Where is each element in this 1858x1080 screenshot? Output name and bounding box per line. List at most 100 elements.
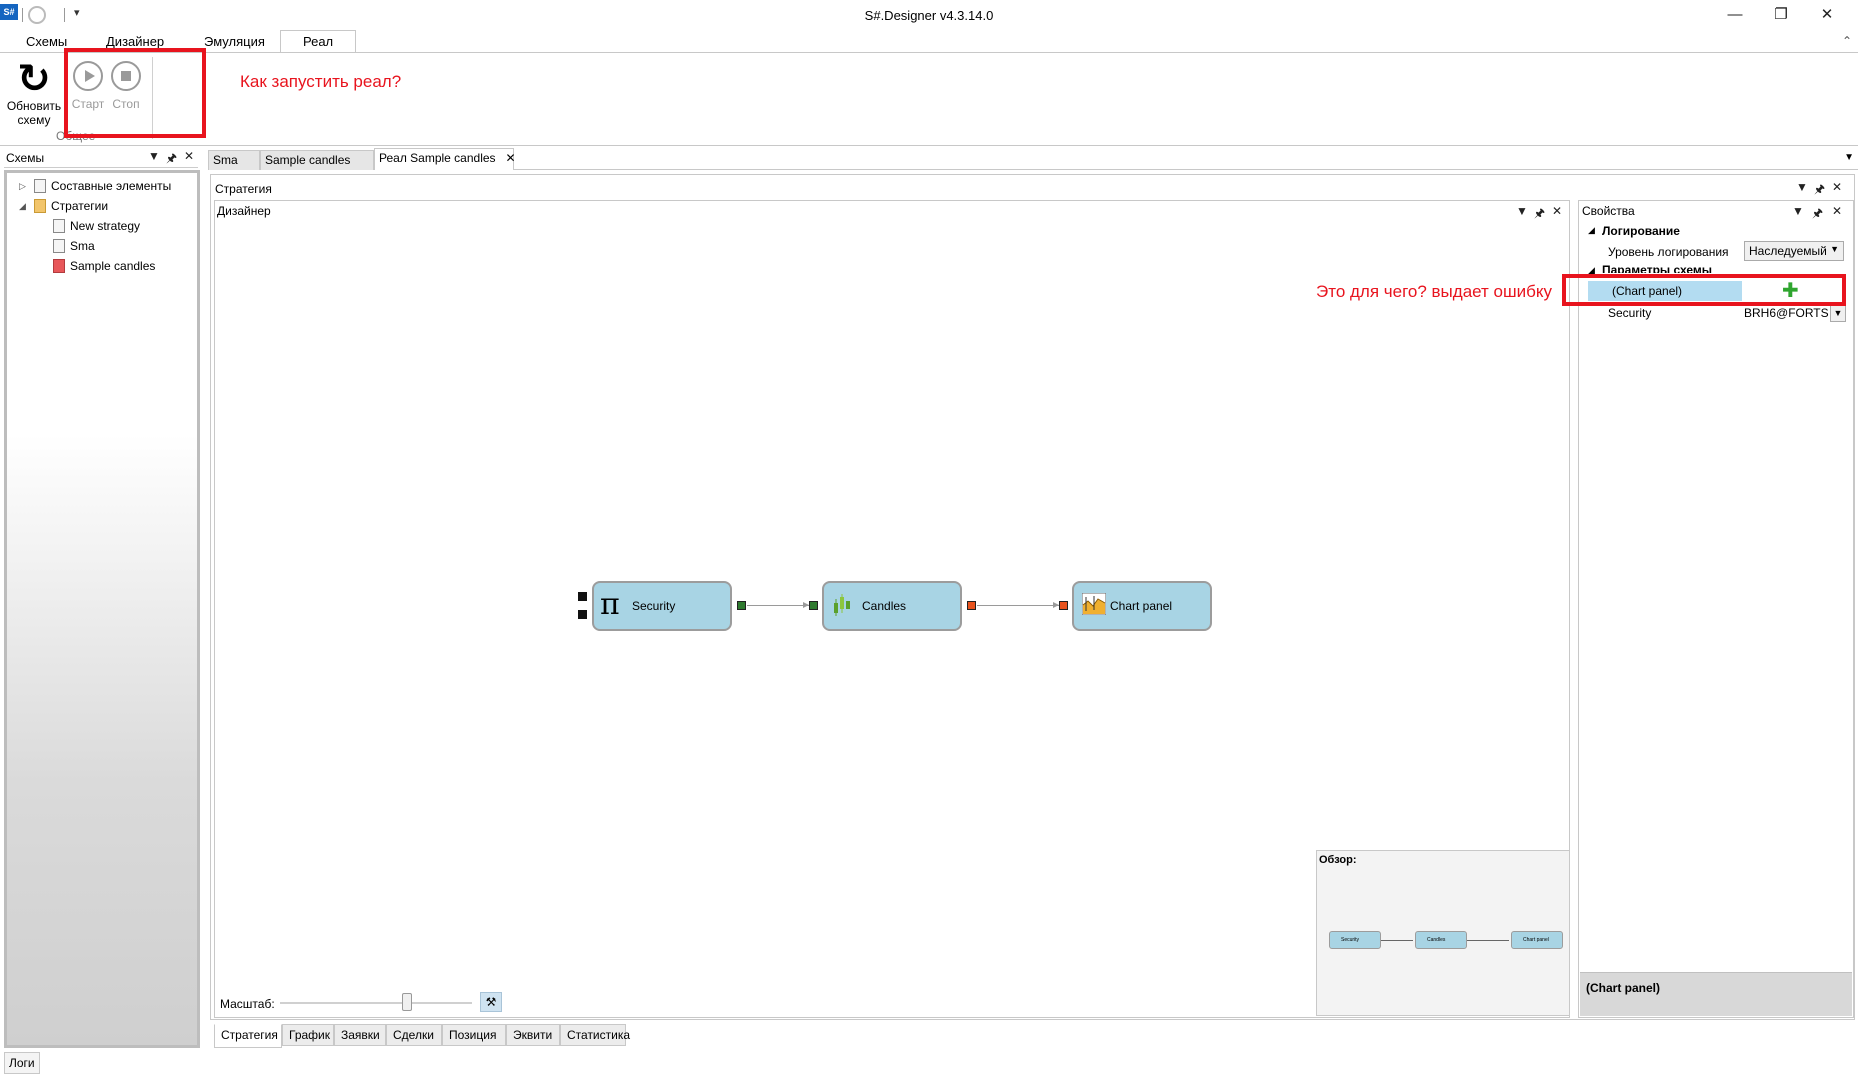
- close-icon[interactable]: ✕: [1552, 204, 1562, 218]
- panel-dropdown-icon[interactable]: ▼: [1792, 204, 1804, 218]
- tree-item-sma[interactable]: Sma: [70, 239, 95, 253]
- tab-position[interactable]: Позиция: [442, 1024, 506, 1046]
- doc-tab-sample-candles[interactable]: Sample candles: [260, 150, 374, 170]
- pin-icon[interactable]: 🖈: [1814, 180, 1825, 201]
- refresh-scheme-button[interactable]: ↻ Обновить схему: [6, 59, 62, 127]
- pi-icon: π: [600, 587, 620, 622]
- node-port[interactable]: [809, 601, 818, 610]
- tree-item-composite[interactable]: Составные элементы: [51, 179, 171, 193]
- tree-item-strategies[interactable]: Стратегии: [51, 199, 108, 213]
- annotation-frame-start-stop: [64, 48, 206, 138]
- link-line: [747, 605, 809, 606]
- ribbon-tab-real[interactable]: Реал: [280, 30, 357, 53]
- schemes-tree: ▷ Составные элементы ◢ Стратегии New str…: [4, 170, 200, 1048]
- node-port[interactable]: [737, 601, 746, 610]
- tab-chart[interactable]: График: [282, 1024, 334, 1046]
- tab-equity[interactable]: Эквити: [506, 1024, 560, 1046]
- zoom-label: Масштаб:: [220, 997, 275, 1011]
- close-icon[interactable]: ✕: [1832, 204, 1842, 218]
- logging-level-value: Наследуемый: [1749, 244, 1827, 258]
- node-label: Security: [632, 599, 676, 613]
- title-bar: S# ▾ S#.Designer v4.3.14.0 — ❐ ✕: [0, 0, 1858, 30]
- annotation-run-real: Как запустить реал?: [240, 72, 402, 91]
- mini-node-security: Security: [1329, 931, 1381, 949]
- tree-item-sample-candles[interactable]: Sample candles: [70, 259, 155, 273]
- zoom-slider-track[interactable]: [280, 1002, 472, 1004]
- expand-icon[interactable]: ▷: [19, 181, 26, 192]
- node-label: Candles: [862, 599, 907, 613]
- zoom-fit-icon[interactable]: ⚒: [480, 992, 502, 1012]
- schemes-panel-header: Схемы ▼ 🖈 ✕: [4, 148, 198, 168]
- panel-dropdown-icon[interactable]: ▼: [1796, 180, 1808, 194]
- ribbon-body: ↻ Обновить схему Старт Стоп Общее: [0, 52, 1858, 146]
- property-description-title: (Chart panel): [1586, 981, 1661, 995]
- strategy-panel-title: Стратегия: [215, 182, 272, 196]
- tab-logs[interactable]: Логи: [4, 1052, 40, 1074]
- tab-orders[interactable]: Заявки: [334, 1024, 386, 1046]
- doc-icon: [53, 239, 65, 253]
- link-line: [977, 605, 1059, 606]
- close-icon[interactable]: ✕: [1804, 2, 1850, 28]
- mini-link: [1467, 940, 1509, 941]
- tab-strategy[interactable]: Стратегия: [214, 1024, 282, 1048]
- doc-icon: [53, 219, 65, 233]
- refresh-label-line2: схему: [17, 113, 51, 127]
- folder-icon: [34, 199, 46, 213]
- panel-dropdown-icon[interactable]: ▼: [148, 149, 160, 163]
- overview-title: Обзор:: [1319, 854, 1357, 866]
- minimize-icon[interactable]: —: [1712, 2, 1758, 28]
- close-icon[interactable]: ✕: [184, 149, 194, 163]
- candles-icon: [834, 594, 850, 616]
- annotation-frame-chart-panel: [1562, 274, 1846, 306]
- ribbon-tabs: Схемы Дизайнер Эмуляция Реал ⌃: [0, 30, 1858, 54]
- tree-item-new-strategy[interactable]: New strategy: [70, 219, 140, 233]
- doc-tab-label: Реал Sample candles: [379, 151, 496, 165]
- doc-tab-real-sample-candles[interactable]: Реал Sample candles ✕: [374, 148, 516, 170]
- collapse-icon[interactable]: ◢: [19, 201, 26, 212]
- doc-tab-sma[interactable]: Sma: [208, 150, 260, 170]
- annotation-what-for: Это для чего? выдает ошибку: [1316, 282, 1553, 301]
- red-doc-icon: [53, 259, 65, 273]
- properties-panel-title: Свойства: [1582, 204, 1635, 218]
- logging-level-select[interactable]: Наследуемый ▼: [1744, 241, 1844, 261]
- ribbon-tab-emulation[interactable]: Эмуляция: [204, 34, 265, 54]
- chevron-down-icon[interactable]: ▼: [1830, 304, 1846, 322]
- document-tabs: Sma Sample candles Реал Sample candles ✕ …: [208, 148, 1858, 170]
- logging-level-label: Уровень логирования: [1608, 245, 1729, 259]
- properties-panel: [1578, 200, 1854, 1018]
- designer-panel-title: Дизайнер: [217, 204, 271, 218]
- tabs-dropdown-icon[interactable]: ▼: [1844, 152, 1854, 163]
- chart-panel-icon: [1082, 593, 1106, 615]
- overview-panel[interactable]: Обзор: Security Candles Chart panel: [1316, 850, 1570, 1016]
- chevron-up-icon[interactable]: ⌃: [1842, 34, 1852, 48]
- collapse-icon[interactable]: ◢: [1588, 225, 1595, 236]
- tab-trades[interactable]: Сделки: [386, 1024, 442, 1046]
- pin-icon[interactable]: 🖈: [1812, 204, 1823, 225]
- close-icon[interactable]: ✕: [1832, 180, 1842, 194]
- restore-icon[interactable]: ❐: [1758, 2, 1804, 28]
- property-description: (Chart panel): [1580, 972, 1852, 1016]
- pin-icon[interactable]: 🖈: [166, 149, 177, 170]
- ribbon-tab-schemes[interactable]: Схемы: [26, 34, 67, 54]
- pin-icon[interactable]: 🖈: [1534, 204, 1545, 225]
- mini-node-chart-panel: Chart panel: [1511, 931, 1563, 949]
- zoom-slider-thumb[interactable]: [402, 993, 412, 1011]
- close-icon[interactable]: ✕: [506, 151, 516, 165]
- node-port[interactable]: [578, 610, 587, 619]
- refresh-label-line1: Обновить: [6, 99, 62, 113]
- node-port[interactable]: [1059, 601, 1068, 610]
- mini-node-candles: Candles: [1415, 931, 1467, 949]
- node-port[interactable]: [578, 592, 587, 601]
- security-label: Security: [1608, 306, 1652, 320]
- security-value[interactable]: BRH6@FORTS: [1744, 306, 1829, 320]
- doc-tab-label: Sample candles: [265, 153, 351, 167]
- window-title: S#.Designer v4.3.14.0: [864, 8, 994, 23]
- category-logging: Логирование: [1602, 224, 1680, 238]
- tab-statistics[interactable]: Статистика: [560, 1024, 630, 1046]
- node-port[interactable]: [967, 601, 976, 610]
- doc-tab-label: Sma: [213, 153, 238, 167]
- panel-dropdown-icon[interactable]: ▼: [1516, 204, 1528, 218]
- node-security[interactable]: π Security: [592, 581, 732, 631]
- node-candles[interactable]: Candles: [822, 581, 962, 631]
- node-chart-panel[interactable]: Chart panel: [1072, 581, 1212, 631]
